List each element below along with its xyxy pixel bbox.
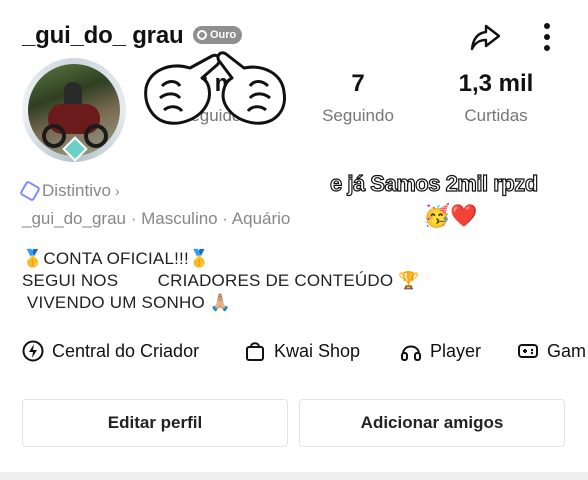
lightning-circle-icon (22, 340, 44, 362)
more-vertical-icon (544, 23, 550, 51)
add-friends-button[interactable]: Adicionar amigos (299, 399, 565, 447)
link-central-do-criador[interactable]: Central do Criador (22, 340, 199, 362)
stat-likes[interactable]: 1,3 mil Curtidas (446, 70, 546, 126)
link-label: Gam (547, 340, 587, 361)
overlay-caption: e já Samos 2mil rpzd (329, 170, 538, 196)
headphones-icon (401, 345, 421, 361)
rank-badge-label: Ouro (210, 29, 237, 41)
stat-following[interactable]: 7 Seguindo (308, 70, 408, 126)
badge-ring-icon (197, 30, 207, 40)
profile-meta: _gui_do_grau · Masculino · Aquário (22, 209, 291, 228)
pointing-hands-sticker (144, 51, 286, 125)
chevron-right-icon: › (114, 183, 120, 199)
overlay-emojis: 🥳❤️ (423, 203, 478, 228)
share-icon (470, 24, 501, 51)
distintivo-hex-icon (19, 180, 41, 202)
link-player[interactable]: Player (400, 340, 481, 362)
more-options-button[interactable] (532, 20, 562, 54)
bio-line-2: SEGUI NOS CRIADORES DE CONTEÚDO 🏆 (22, 271, 420, 290)
edit-profile-button[interactable]: Editar perfil (22, 399, 288, 447)
link-label: Central do Criador (52, 340, 200, 361)
bio-line-1: 🥇CONTA OFICIAL!!!🥇 (22, 249, 211, 268)
distintivo-link[interactable]: Distintivo › (19, 180, 120, 202)
link-label: Player (430, 340, 482, 361)
shopping-bag-icon (246, 342, 264, 361)
distintivo-label: Distintivo (42, 181, 111, 200)
following-count: 7 (351, 70, 365, 97)
following-label: Seguindo (322, 106, 394, 125)
link-games[interactable]: Gam (517, 340, 586, 362)
rank-badge[interactable]: Ouro (193, 26, 243, 44)
profile-username: _gui_do_ grau (22, 22, 184, 49)
gamepad-icon (518, 344, 538, 358)
link-label: Kwai Shop (274, 340, 361, 361)
link-kwai-shop[interactable]: Kwai Shop (244, 340, 360, 362)
bio-line-3: VIVENDO UM SONHO 🙏🏼 (22, 293, 232, 312)
share-button[interactable] (468, 20, 502, 54)
likes-label: Curtidas (464, 106, 528, 125)
section-divider (0, 472, 588, 480)
likes-count: 1,3 mil (458, 70, 534, 97)
